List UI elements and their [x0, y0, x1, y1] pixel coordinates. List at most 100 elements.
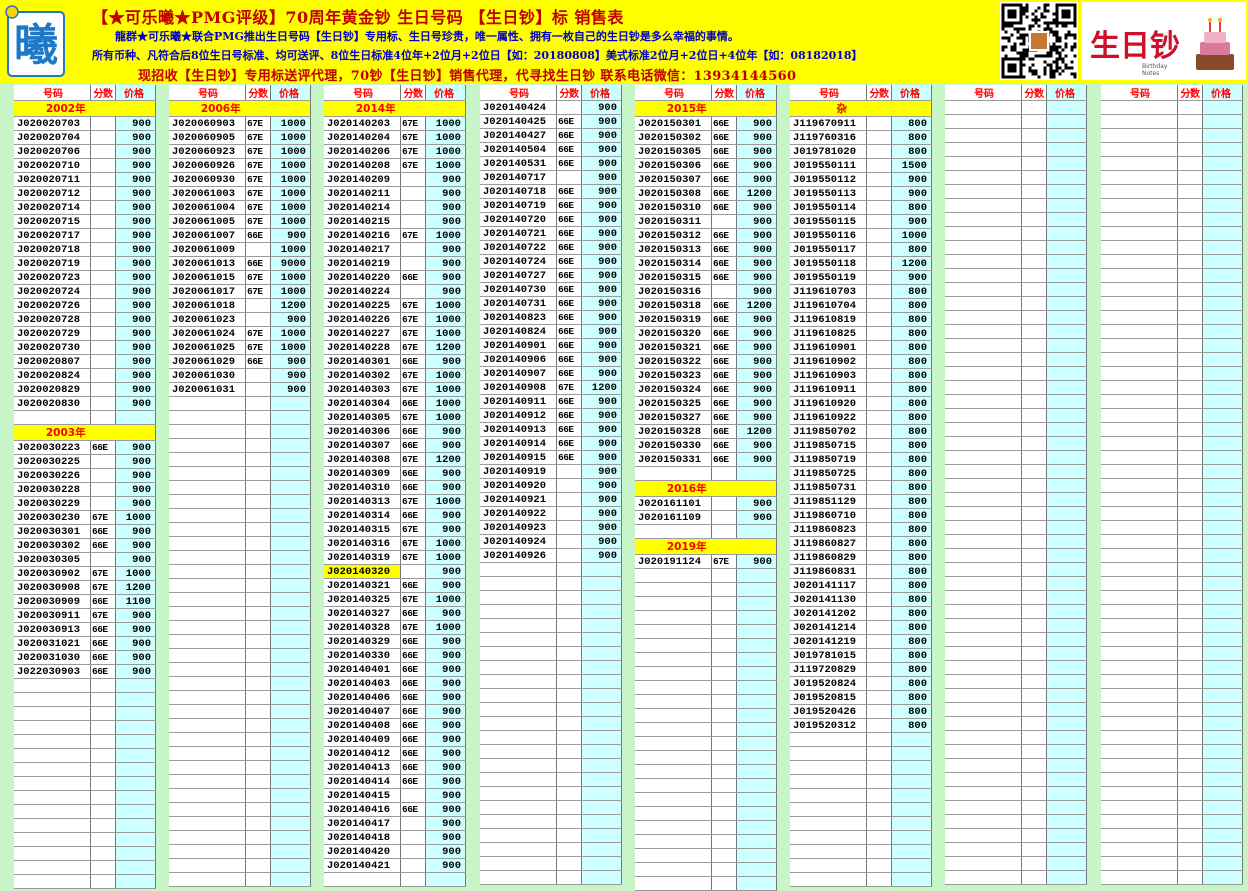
header-code: 号码: [324, 85, 401, 101]
table-row: J020140209 900: [324, 172, 466, 187]
note-score: [90, 410, 116, 425]
empty-cell: [1021, 744, 1047, 759]
empty-row: [945, 352, 1087, 367]
header-title: 【★可乐曦★PMG评级】70周年黄金钞 生日号码 【生日钞】标 销售表: [92, 8, 624, 27]
note-code: J119720829: [790, 662, 867, 677]
empty-cell: [1202, 184, 1243, 199]
note-price: 800: [891, 424, 932, 439]
empty-cell: [90, 860, 116, 875]
empty-cell: [480, 562, 557, 577]
empty-cell: [270, 620, 311, 635]
empty-cell: [169, 816, 246, 831]
empty-cell: [635, 792, 712, 807]
note-price: 1000: [425, 494, 466, 509]
empty-cell: [1046, 842, 1087, 857]
empty-cell: [245, 816, 271, 831]
empty-cell: [736, 792, 777, 807]
empty-cell: [1101, 338, 1178, 353]
empty-row: [480, 576, 622, 591]
empty-cell: [945, 842, 1022, 857]
table-row: J020150307 66E 900: [635, 172, 777, 187]
empty-cell: [1021, 128, 1047, 143]
note-code: J019520815: [790, 690, 867, 705]
note-code: J119850725: [790, 466, 867, 481]
note-score: 66E: [556, 240, 582, 255]
empty-row: [1101, 576, 1243, 591]
note-code: J020140225: [324, 298, 401, 313]
empty-row: [945, 562, 1087, 577]
year-section-header: 2015年: [635, 100, 777, 117]
column-table: 号码 分数 价格 2002年 J020020703 900 J020020704 900 J02…: [14, 85, 156, 889]
table-row: J020141214 800: [790, 620, 932, 635]
note-price: 1200: [736, 424, 777, 439]
note-score: 66E: [711, 270, 737, 285]
note-price: 900: [581, 492, 622, 507]
note-code: J020140408: [324, 718, 401, 733]
empty-cell: [1202, 128, 1243, 143]
empty-row: [1101, 506, 1243, 521]
empty-cell: [635, 862, 712, 877]
note-code: J020161109: [635, 510, 712, 525]
empty-cell: [891, 872, 932, 887]
note-score: [866, 326, 892, 341]
empty-cell: [1177, 450, 1203, 465]
empty-cell: [14, 874, 91, 889]
empty-cell: [635, 680, 712, 695]
empty-cell: [1021, 716, 1047, 731]
header-banner: 曦 【★可乐曦★PMG评级】70周年黄金钞 生日号码 【生日钞】标 销售表 龍群…: [0, 0, 1248, 84]
note-price: 1000: [425, 368, 466, 383]
empty-cell: [1202, 114, 1243, 129]
note-code: J020020714: [14, 200, 91, 215]
note-price: 1000: [425, 550, 466, 565]
note-score: [556, 464, 582, 479]
note-price: 900: [115, 144, 156, 159]
table-row: J119610911 800: [790, 382, 932, 397]
empty-row: [1101, 800, 1243, 815]
empty-cell: [1021, 100, 1047, 115]
note-code: J020061005: [169, 214, 246, 229]
empty-cell: [945, 226, 1022, 241]
empty-row: [169, 606, 311, 621]
empty-cell: [1202, 156, 1243, 171]
table-row: J020140824 66E 900: [480, 324, 622, 339]
empty-cell: [1101, 156, 1178, 171]
empty-row: [169, 872, 311, 887]
note-price: 900: [115, 228, 156, 243]
empty-cell: [945, 128, 1022, 143]
table-row: J020140315 67E 900: [324, 522, 466, 537]
empty-row: [1101, 394, 1243, 409]
empty-cell: [1046, 800, 1087, 815]
empty-cell: [581, 716, 622, 731]
note-score: [866, 382, 892, 397]
empty-cell: [945, 184, 1022, 199]
empty-cell: [480, 842, 557, 857]
note-score: [866, 116, 892, 131]
note-price: 900: [736, 200, 777, 215]
note-score: 66E: [400, 424, 426, 439]
table-row: J020140731 66E 900: [480, 296, 622, 311]
note-score: 67E: [90, 566, 116, 581]
note-score: [866, 592, 892, 607]
empty-cell: [1177, 240, 1203, 255]
year-label: 2019年: [635, 538, 737, 555]
note-price: 900: [736, 130, 777, 145]
empty-cell: [1046, 380, 1087, 395]
note-score: 66E: [556, 142, 582, 157]
note-code: J020140301: [324, 354, 401, 369]
note-code: J020150320: [635, 326, 712, 341]
empty-cell: [1101, 142, 1178, 157]
empty-cell: [581, 562, 622, 577]
note-code: J020030226: [14, 468, 91, 483]
empty-cell: [1202, 828, 1243, 843]
table-row: J020140912 66E 900: [480, 408, 622, 423]
note-code: J020150307: [635, 172, 712, 187]
note-price: 900: [425, 844, 466, 859]
empty-cell: [1046, 296, 1087, 311]
empty-cell: [1021, 660, 1047, 675]
note-code: J020140401: [324, 662, 401, 677]
empty-row: [169, 802, 311, 817]
note-score: [90, 368, 116, 383]
note-score: [866, 144, 892, 159]
note-score: 67E: [400, 298, 426, 313]
note-score: 67E: [400, 592, 426, 607]
